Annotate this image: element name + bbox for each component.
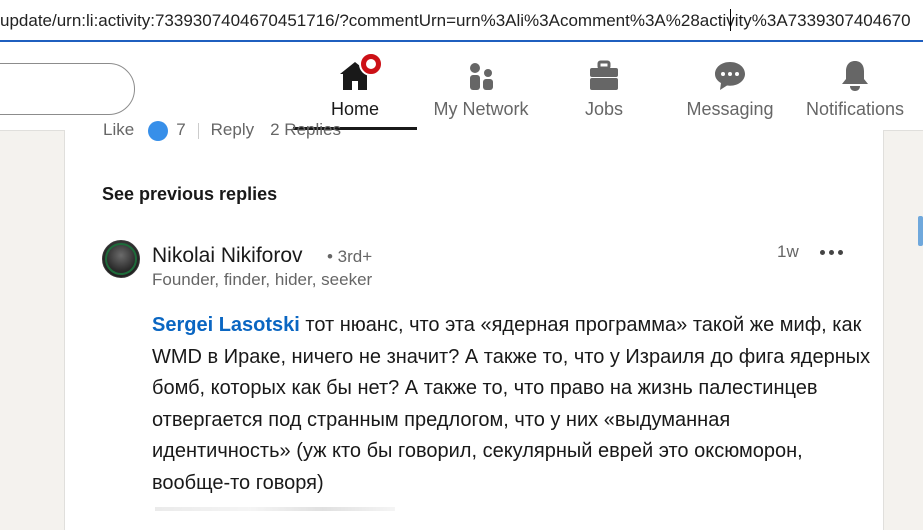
reply-button[interactable]: Reply bbox=[211, 120, 254, 139]
avatar-ring bbox=[105, 243, 137, 275]
nav-label-home: Home bbox=[330, 99, 379, 119]
global-nav: Home My Network Jobs Messaging Notificat… bbox=[0, 42, 923, 131]
like-reaction-icon bbox=[148, 120, 169, 141]
scrollbar-thumb[interactable] bbox=[918, 216, 923, 246]
nav-home[interactable]: Home bbox=[293, 42, 417, 130]
people-icon bbox=[463, 58, 499, 94]
notification-badge bbox=[359, 52, 383, 76]
chat-icon bbox=[712, 58, 748, 94]
briefcase-icon bbox=[586, 58, 622, 94]
previous-comment-actions: Like 7 Reply 2 Replies bbox=[103, 120, 341, 141]
nav-label-messaging: Messaging bbox=[686, 99, 774, 119]
comment-timestamp: 1w bbox=[777, 242, 799, 261]
connection-degree: • 3rd+ bbox=[327, 247, 373, 266]
comment-text: тот нюанс, что эта «ядерная программа» т… bbox=[152, 314, 871, 494]
more-options-icon[interactable] bbox=[820, 248, 844, 256]
like-button[interactable]: Like bbox=[103, 120, 134, 139]
nav-messaging[interactable]: Messaging bbox=[676, 42, 784, 130]
text-caret bbox=[730, 9, 731, 31]
home-icon bbox=[337, 52, 383, 94]
nav-label-notifications: Notifications bbox=[805, 99, 905, 119]
url-text[interactable]: update/urn:li:activity:73393074046704517… bbox=[0, 11, 911, 31]
nav-jobs[interactable]: Jobs bbox=[552, 42, 656, 130]
see-previous-replies-link[interactable]: See previous replies bbox=[102, 184, 277, 205]
nav-notifications[interactable]: Notifications bbox=[800, 42, 910, 130]
nav-label-jobs: Jobs bbox=[584, 99, 624, 119]
mention-link[interactable]: Sergei Lasotski bbox=[152, 314, 300, 336]
author-headline: Founder, finder, hider, seeker bbox=[152, 270, 373, 289]
nav-my-network[interactable]: My Network bbox=[420, 42, 542, 130]
link-preview-edge bbox=[155, 507, 395, 511]
nav-label-my-network: My Network bbox=[433, 99, 529, 119]
avatar[interactable] bbox=[102, 240, 140, 278]
author-name[interactable]: Nikolai Nikiforov bbox=[152, 244, 303, 268]
replies-count[interactable]: 2 Replies bbox=[270, 120, 341, 139]
address-bar[interactable]: update/urn:li:activity:73393074046704517… bbox=[0, 0, 923, 42]
action-divider bbox=[197, 122, 199, 139]
search-input[interactable] bbox=[0, 63, 135, 115]
comment-body: Sergei Lasotski тот нюанс, что эта «ядер… bbox=[152, 310, 872, 499]
comments-card: Like 7 Reply 2 Replies See previous replies… bbox=[64, 120, 884, 530]
bell-icon bbox=[837, 58, 873, 94]
reaction-count[interactable]: 7 bbox=[176, 120, 185, 139]
